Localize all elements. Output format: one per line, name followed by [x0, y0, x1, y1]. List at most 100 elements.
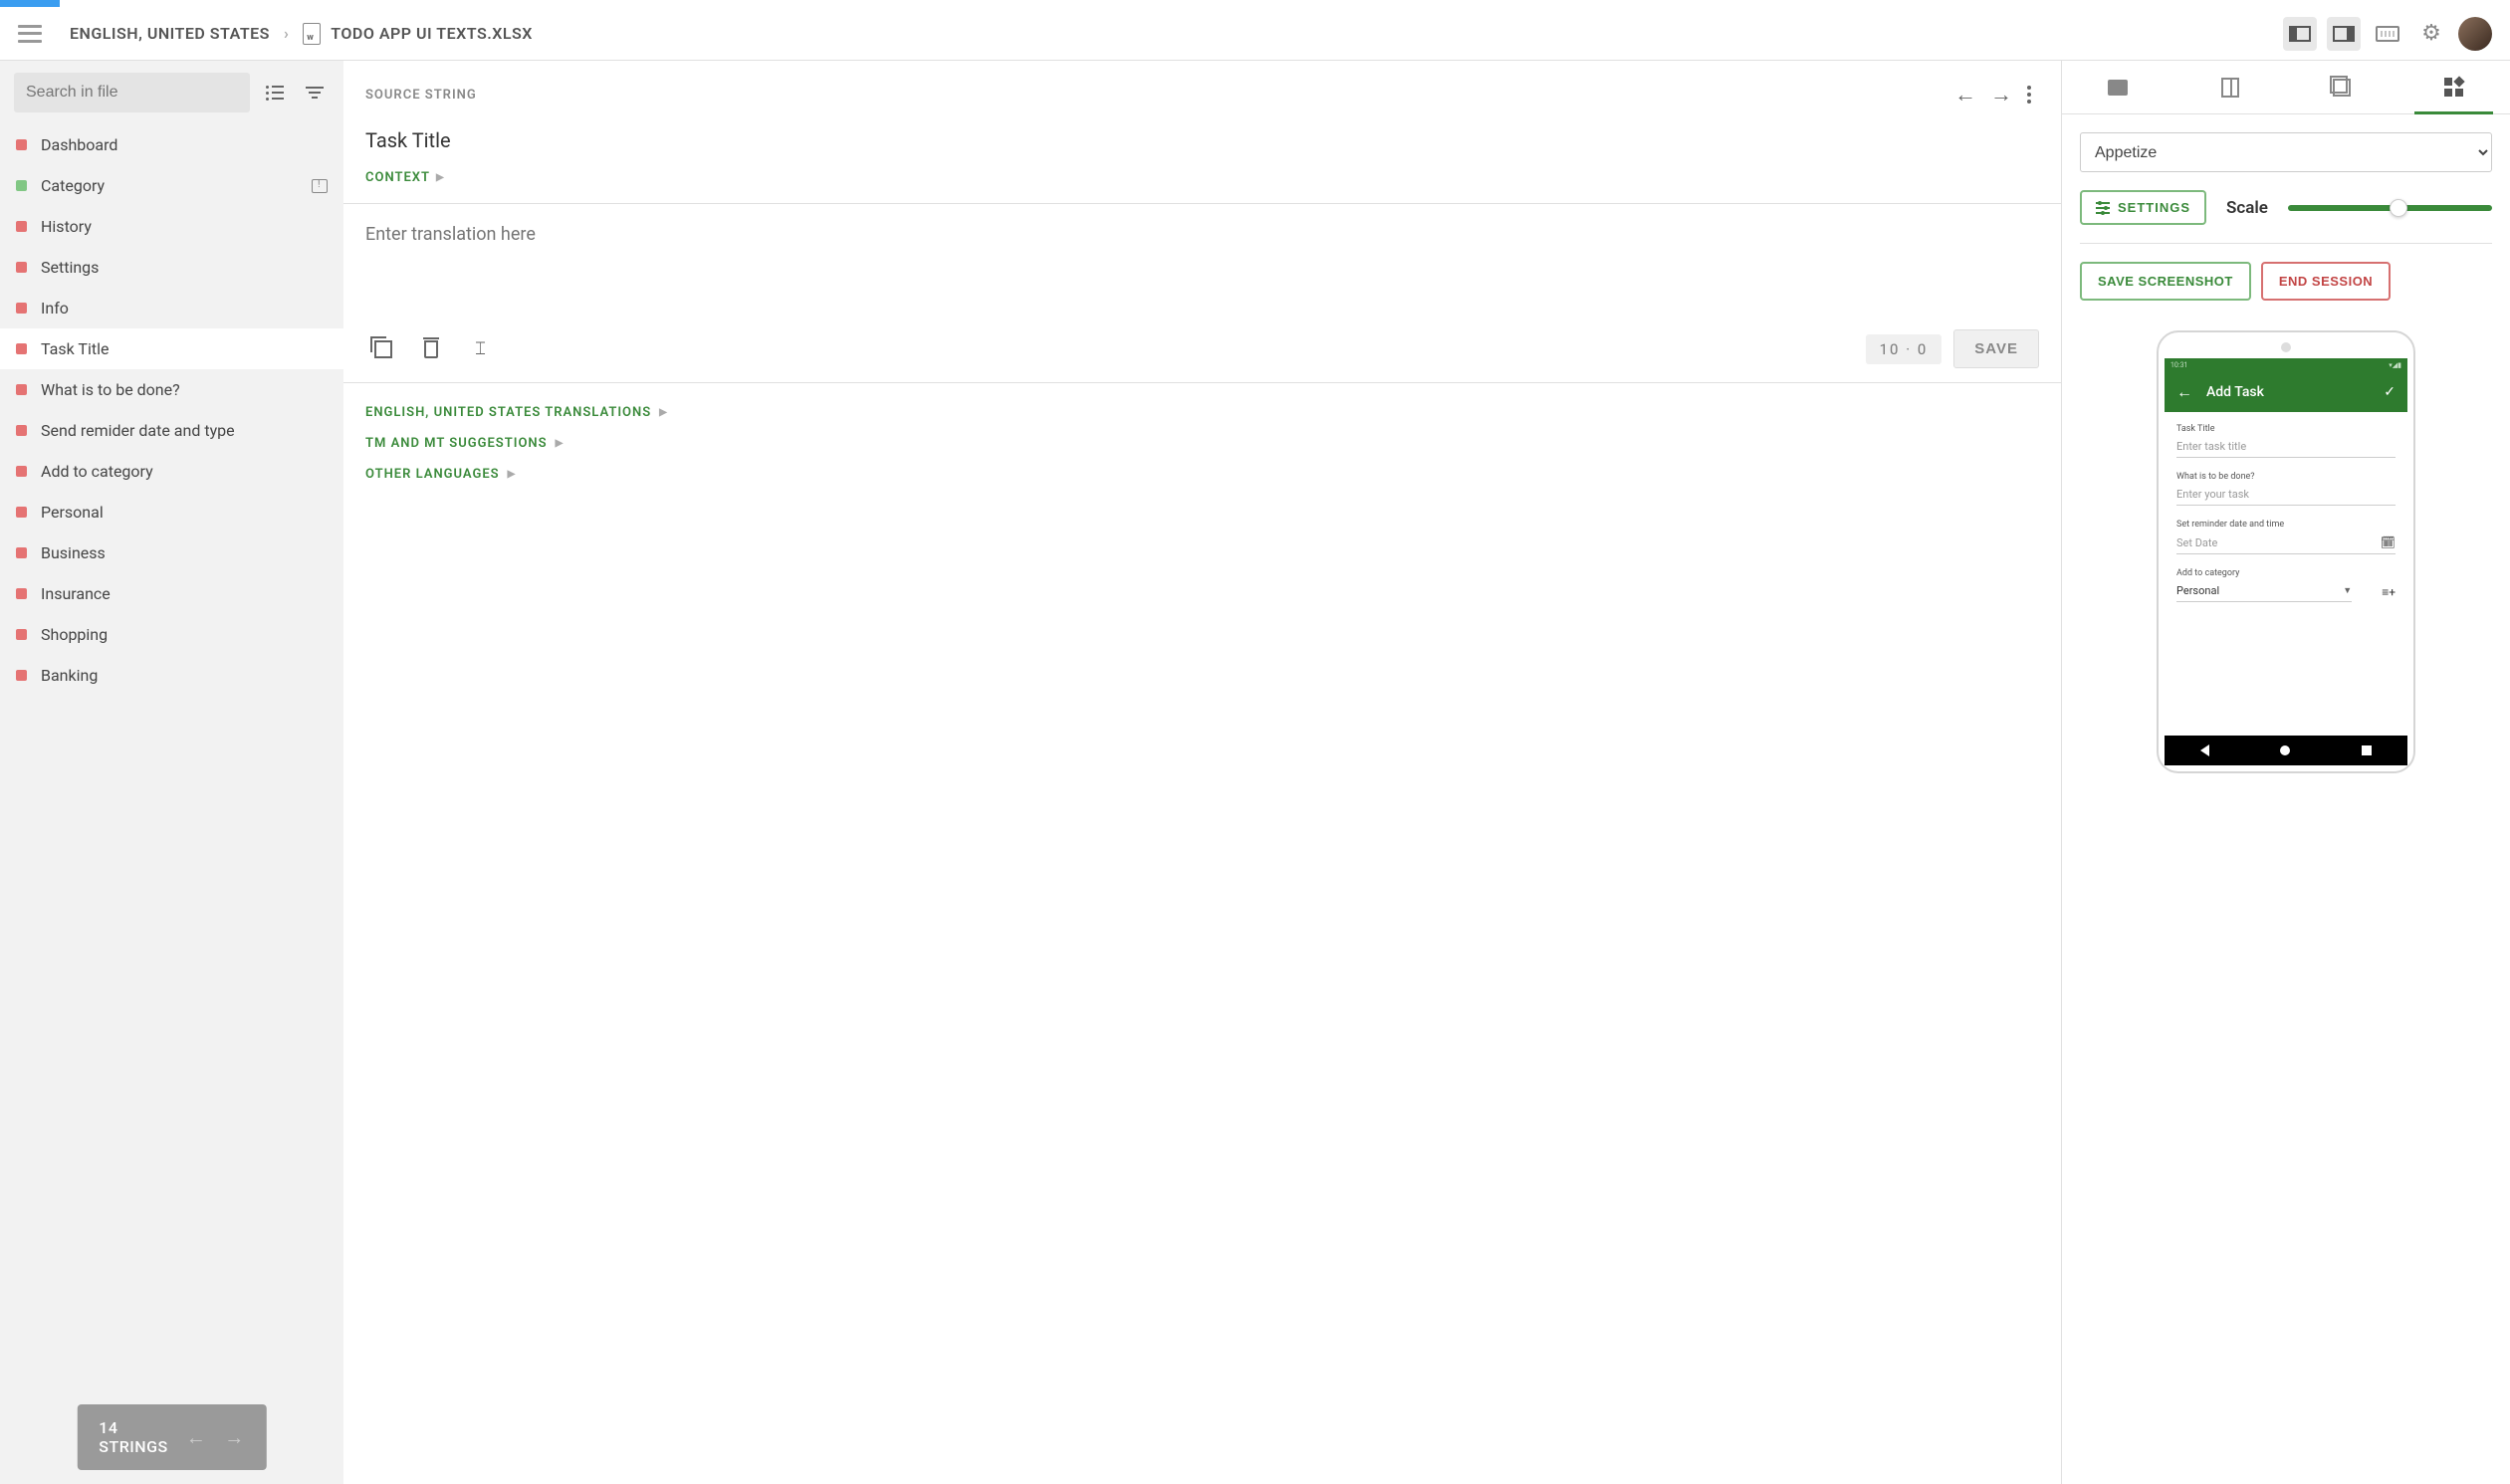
comment-icon — [2108, 80, 2128, 96]
android-recent-icon[interactable] — [2362, 745, 2372, 755]
layout-left-button[interactable] — [2283, 17, 2317, 51]
keyboard-icon — [2376, 26, 2399, 42]
sidebar-item[interactable]: Shopping — [0, 614, 343, 655]
panel-left-icon — [2289, 26, 2311, 42]
caret-right-icon: ▶ — [556, 438, 565, 449]
status-badge — [16, 303, 27, 314]
sidebar-item[interactable]: History — [0, 206, 343, 247]
sidebar-item-label: Shopping — [41, 625, 328, 644]
sidebar-item[interactable]: Personal — [0, 492, 343, 532]
preview-pane: Appetize SETTINGS Scale SAVE SCREENSHOT … — [2062, 61, 2510, 1484]
sidebar-item[interactable]: Dashboard — [0, 124, 343, 165]
copy-source-button[interactable] — [365, 331, 401, 367]
translation-input[interactable] — [365, 224, 2039, 287]
sidebar-item[interactable]: Add to category — [0, 451, 343, 492]
device-select[interactable]: Appetize — [2080, 132, 2492, 172]
tab-terms[interactable] — [2174, 61, 2287, 113]
phone-reminder-label: Set reminder date and time — [2176, 520, 2396, 530]
phone-check-icon[interactable]: ✓ — [2384, 384, 2396, 400]
comment-flag-icon — [312, 179, 328, 193]
status-badge — [16, 262, 27, 273]
breadcrumb-language[interactable]: ENGLISH, UNITED STATES — [70, 24, 270, 43]
status-badge — [16, 507, 27, 518]
source-text: Task Title — [343, 122, 2061, 170]
strings-count: 14 STRINGS — [99, 1418, 167, 1456]
phone-statusbar: 10:31▾◢▮ — [2165, 358, 2407, 372]
editor-pane: SOURCE STRING ← → Task Title CONTEXT ▶ ⌶… — [343, 61, 2062, 1484]
scale-slider[interactable] — [2288, 205, 2492, 211]
sidebar-item-label: Category — [41, 176, 298, 195]
preview-settings-button[interactable]: SETTINGS — [2080, 190, 2206, 225]
status-badge — [16, 629, 27, 640]
copy-icon — [374, 340, 392, 358]
sidebar-item-label: Task Title — [41, 339, 328, 358]
caret-right-icon: ▶ — [659, 407, 668, 418]
panel-right-icon — [2333, 26, 2355, 42]
tab-preview[interactable] — [2398, 61, 2510, 113]
context-toggle[interactable]: CONTEXT ▶ — [343, 170, 2061, 203]
scale-label: Scale — [2226, 198, 2268, 218]
sidebar-item-label: Banking — [41, 666, 328, 685]
sidebar-item[interactable]: Insurance — [0, 573, 343, 614]
phone-what-field[interactable]: Enter your task — [2176, 486, 2396, 506]
tab-context[interactable] — [2286, 61, 2398, 113]
layout-right-button[interactable] — [2327, 17, 2361, 51]
insert-cursor-button[interactable]: ⌶ — [461, 331, 497, 367]
prev-string-button[interactable]: ← — [1947, 77, 1983, 112]
search-input[interactable] — [14, 73, 250, 112]
breadcrumb: ENGLISH, UNITED STATES › TODO APP UI TEX… — [70, 23, 533, 45]
phone-title: Add Task — [2206, 384, 2264, 400]
text-cursor-icon: ⌶ — [475, 338, 483, 359]
status-badge — [16, 466, 27, 477]
keyboard-button[interactable] — [2371, 17, 2404, 51]
save-screenshot-button[interactable]: SAVE SCREENSHOT — [2080, 262, 2251, 301]
sidebar-item[interactable]: What is to be done? — [0, 369, 343, 410]
status-badge — [16, 221, 27, 232]
phone-task-title-field[interactable]: Enter task title — [2176, 438, 2396, 458]
char-count: 10 · 0 — [1866, 334, 1942, 364]
translations-toggle[interactable]: ENGLISH, UNITED STATES TRANSLATIONS▶ — [365, 397, 2039, 428]
end-session-button[interactable]: END SESSION — [2261, 262, 2391, 301]
settings-button[interactable]: ⚙ — [2414, 17, 2448, 51]
phone-back-icon[interactable]: ← — [2176, 382, 2192, 402]
phone-reminder-field[interactable]: Set Date🗓 — [2176, 533, 2396, 554]
chevron-right-icon: › — [284, 24, 289, 43]
sidebar: Dashboard Category History SettingsInfo Task… — [0, 61, 343, 1484]
sidebar-item[interactable]: Task Title — [0, 328, 343, 369]
tm-toggle[interactable]: TM AND MT SUGGESTIONS▶ — [365, 428, 2039, 459]
tab-comments[interactable] — [2062, 61, 2174, 113]
sidebar-item-label: History — [41, 217, 328, 236]
trash-icon — [424, 340, 438, 358]
save-button[interactable]: SAVE — [1953, 329, 2039, 368]
caret-right-icon: ▶ — [508, 469, 517, 480]
more-menu-button[interactable] — [2019, 86, 2039, 104]
add-list-icon[interactable]: ≡+ — [2382, 585, 2396, 599]
android-home-icon[interactable] — [2280, 745, 2290, 755]
sidebar-item[interactable]: Banking — [0, 655, 343, 696]
avatar[interactable] — [2458, 17, 2492, 51]
phone-field filmed-task-title-label: Task Title — [2176, 424, 2396, 434]
sidebar-item[interactable]: Category — [0, 165, 343, 206]
sliders-icon — [2096, 202, 2110, 214]
filter-button[interactable] — [300, 78, 330, 107]
status-badge — [16, 384, 27, 395]
sidebar-item[interactable]: Send remider date and type — [0, 410, 343, 451]
android-back-icon[interactable] — [2200, 744, 2209, 756]
status-badge — [16, 139, 27, 150]
menu-icon[interactable] — [18, 25, 42, 43]
sidebar-item[interactable]: Business — [0, 532, 343, 573]
stack-icon — [2333, 79, 2351, 97]
next-page-icon[interactable]: → — [224, 1425, 245, 1450]
clear-button[interactable] — [413, 331, 449, 367]
prev-page-icon[interactable]: ← — [186, 1425, 207, 1450]
sidebar-item[interactable]: Info — [0, 288, 343, 328]
status-badge — [16, 547, 27, 558]
sidebar-item[interactable]: Settings — [0, 247, 343, 288]
other-lang-toggle[interactable]: OTHER LANGUAGES▶ — [365, 459, 2039, 490]
phone-category-select[interactable]: Personal▼ — [2176, 582, 2352, 602]
sidebar-item-label: Dashboard — [41, 135, 328, 154]
status-badge — [16, 588, 27, 599]
breadcrumb-filename[interactable]: TODO APP UI TEXTS.XLSX — [331, 24, 533, 43]
next-string-button[interactable]: → — [1983, 77, 2019, 112]
list-view-button[interactable] — [260, 78, 290, 107]
